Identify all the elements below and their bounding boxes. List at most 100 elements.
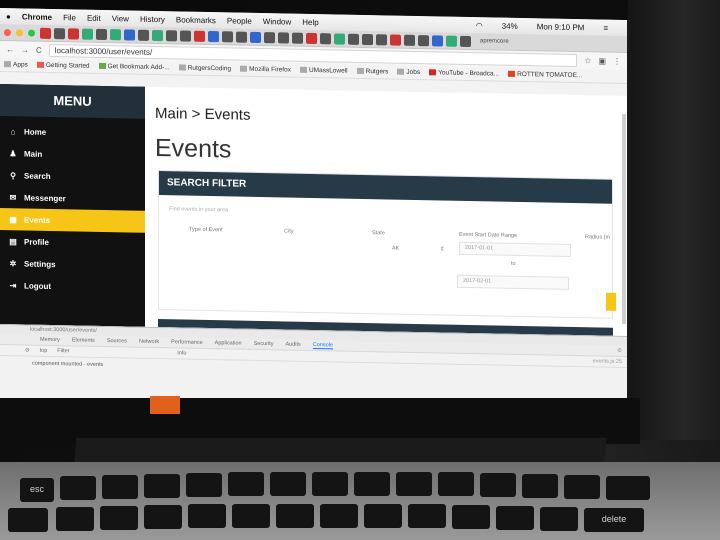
start-date-input[interactable]: 2017-01-01 <box>459 241 571 257</box>
browser-tab[interactable] <box>152 29 163 41</box>
browser-tab[interactable] <box>194 30 205 42</box>
browser-tab[interactable] <box>418 34 429 46</box>
sidebar-item-logout[interactable]: ⇥ Logout <box>0 274 145 299</box>
browser-tab[interactable] <box>390 33 401 46</box>
menu-edit[interactable]: Edit <box>87 13 101 22</box>
close-window-icon[interactable] <box>4 28 11 36</box>
bookmark-jobs[interactable]: Jobs <box>397 69 420 76</box>
apple-icon[interactable]: ● <box>6 12 11 21</box>
page-scrollbar[interactable] <box>622 113 626 325</box>
context-select[interactable]: top <box>40 348 48 354</box>
browser-tab[interactable] <box>180 29 191 42</box>
bookmark-add[interactable]: Get Bookmark Add-... <box>98 63 170 71</box>
browser-tab[interactable] <box>166 29 177 41</box>
menu-history[interactable]: History <box>140 14 165 23</box>
bookmark-rutgers[interactable]: Rutgers <box>356 68 388 75</box>
console-filter-input[interactable]: Filter <box>57 348 167 356</box>
devtools-tab-elements[interactable]: Elements <box>72 337 95 343</box>
keyboard-key <box>396 472 432 496</box>
browser-tab[interactable] <box>320 32 331 44</box>
browser-tab[interactable] <box>68 27 79 40</box>
log-source-link[interactable]: events.js:25 <box>593 358 630 365</box>
devtools-tab-memory[interactable]: Memory <box>40 337 60 343</box>
minimize-window-icon[interactable] <box>16 28 23 36</box>
keyboard-key <box>56 507 94 531</box>
browser-tab[interactable] <box>348 33 359 45</box>
browser-tab[interactable] <box>460 35 471 47</box>
browser-tab[interactable] <box>250 31 261 43</box>
log-level-select[interactable]: Info <box>177 350 186 356</box>
bookmark-mozilla[interactable]: Mozilla Firefox <box>240 66 291 74</box>
clear-console-icon[interactable]: ⊘ <box>25 347 30 353</box>
end-date-input[interactable]: 2017-02-01 <box>457 274 569 290</box>
menu-list-icon[interactable]: ≡ <box>603 23 608 32</box>
maximize-window-icon[interactable] <box>28 29 35 37</box>
browser-tab[interactable] <box>264 31 275 43</box>
side-tab-button[interactable] <box>606 292 616 311</box>
browser-tab[interactable] <box>208 30 219 42</box>
browser-tab[interactable] <box>124 28 135 41</box>
menu-people[interactable]: People <box>227 16 252 25</box>
state-select[interactable]: AK <box>392 246 399 252</box>
back-icon[interactable]: ← <box>6 45 14 54</box>
menu-file[interactable]: File <box>63 13 76 22</box>
sidebar-item-messenger[interactable]: ✉ Messenger <box>0 186 145 211</box>
browser-tab[interactable] <box>40 27 51 39</box>
state-select-arrow-icon[interactable]: ⇕ <box>440 246 445 252</box>
devtools-tab-security[interactable]: Security <box>254 341 274 347</box>
browser-tab[interactable] <box>432 34 443 47</box>
browser-tab[interactable] <box>278 31 289 44</box>
menu-window[interactable]: Window <box>263 17 291 27</box>
keyboard-key <box>364 504 402 528</box>
sidebar-item-search[interactable]: ⚲ Search <box>0 164 145 189</box>
devtools-settings-icon[interactable]: ⚙ <box>617 348 630 354</box>
browser-tab[interactable] <box>236 31 247 43</box>
devtools-tab-application[interactable]: Application <box>215 340 242 347</box>
browser-tab[interactable] <box>376 33 387 45</box>
app-menu[interactable]: Chrome <box>22 12 52 22</box>
devtools-tab-performance[interactable]: Performance <box>171 339 203 346</box>
battery-percent[interactable]: 34% <box>502 21 518 30</box>
browser-tab[interactable] <box>82 28 93 40</box>
devtools-tab-console[interactable]: Console <box>312 341 333 349</box>
browser-tab[interactable] <box>292 32 303 44</box>
bookmark-umasslowell[interactable]: UMassLowell <box>299 67 348 75</box>
browser-tab[interactable] <box>138 29 149 41</box>
sidebar-item-main[interactable]: ♟ Main <box>0 142 145 167</box>
browser-tab[interactable] <box>306 32 317 44</box>
browser-tab[interactable] <box>446 35 457 47</box>
bookmark-rotten-tomatoes[interactable]: ROTTEN TOMATOE... <box>508 71 582 79</box>
devtools-tab-network[interactable]: Network <box>139 339 159 345</box>
browser-tab[interactable] <box>404 34 415 46</box>
browser-tab[interactable] <box>362 33 373 45</box>
calendar-icon: ▦ <box>9 214 17 224</box>
sidebar-item-profile[interactable]: ▤ Profile <box>0 230 145 255</box>
folder-icon <box>397 68 405 76</box>
sidebar-item-home[interactable]: ⌂ Home <box>0 120 145 145</box>
bookmark-star-icon[interactable]: ☆ <box>584 56 591 65</box>
browser-tab[interactable] <box>110 28 121 40</box>
bookmark-rutgerscoding[interactable]: RutgersCoding <box>178 64 231 72</box>
bookmark-apps[interactable]: Apps <box>4 61 28 69</box>
bookmark-getting-started[interactable]: Getting Started <box>36 62 90 70</box>
browser-tab[interactable] <box>54 27 65 39</box>
sidebar-item-events[interactable]: ▦ Events <box>0 208 145 233</box>
extensions-icon[interactable]: ▣ <box>598 56 606 65</box>
devtools-tab-audits[interactable]: Audits <box>285 341 300 347</box>
wifi-icon[interactable]: ◠ <box>476 21 483 30</box>
chrome-menu-icon[interactable]: ⋮ <box>613 57 621 66</box>
browser-tab[interactable] <box>334 32 345 45</box>
menu-help[interactable]: Help <box>302 17 318 26</box>
sidebar-item-settings[interactable]: ✲ Settings <box>0 252 145 277</box>
forward-icon[interactable]: → <box>21 45 29 54</box>
menu-view[interactable]: View <box>112 14 129 23</box>
profile-name[interactable]: apremcore <box>480 38 509 45</box>
bookmark-youtube[interactable]: YouTube - Broadca... <box>429 69 499 78</box>
delete-key: delete <box>584 508 644 532</box>
menu-bookmarks[interactable]: Bookmarks <box>176 15 216 25</box>
devtools-tab-sources[interactable]: Sources <box>107 338 127 344</box>
browser-tab[interactable] <box>222 30 233 42</box>
clock[interactable]: Mon 9:10 PM <box>537 22 585 32</box>
browser-tab[interactable] <box>96 28 107 40</box>
reload-icon[interactable]: C <box>36 46 42 55</box>
